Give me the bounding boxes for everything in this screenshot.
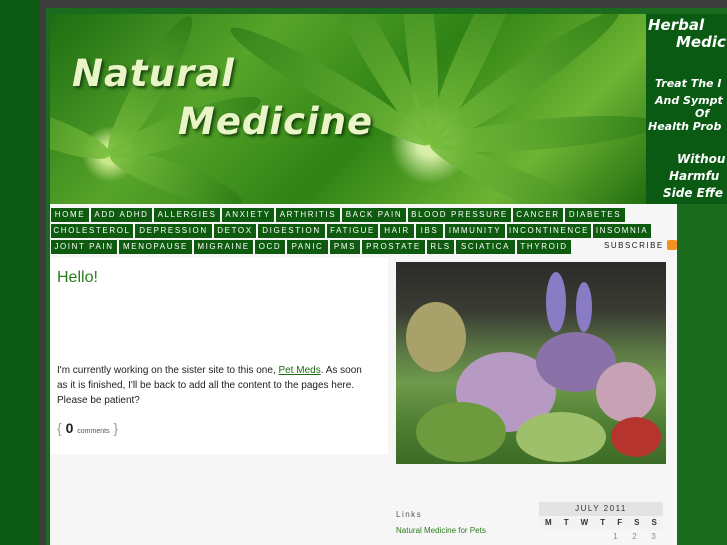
nav-hair[interactable]: HAIR bbox=[380, 224, 414, 238]
calendar-day[interactable]: 3 bbox=[651, 530, 655, 544]
nav-insomnia[interactable]: INSOMNIA bbox=[593, 224, 651, 238]
site-title-medicine[interactable]: Medicine bbox=[178, 100, 373, 143]
nav-arthritis[interactable]: ARTHRITIS bbox=[276, 208, 340, 222]
nav-digestion[interactable]: DIGESTION bbox=[258, 224, 325, 238]
nav-detox[interactable]: DETOX bbox=[214, 224, 256, 238]
promo-line: Of bbox=[695, 107, 710, 120]
promo-line: Herbal bbox=[648, 16, 705, 34]
nav-allergies[interactable]: ALLERGIES bbox=[154, 208, 220, 222]
herb-garden-photo bbox=[396, 262, 666, 464]
nav-blood-pressure[interactable]: BLOOD PRESSURE bbox=[408, 208, 511, 222]
nav-home[interactable]: HOME bbox=[51, 208, 89, 222]
comment-counter[interactable]: { 0 comments } bbox=[57, 420, 118, 436]
nav-ocd[interactable]: OCD bbox=[255, 240, 285, 254]
nav-fatigue[interactable]: FATIGUE bbox=[327, 224, 378, 238]
comment-label: comments bbox=[77, 428, 110, 435]
promo-line: Side Effe bbox=[663, 186, 723, 200]
post-body: I'm currently working on the sister site… bbox=[57, 363, 375, 408]
nav-incontinence[interactable]: INCONTINENCE bbox=[507, 224, 591, 238]
promo-line: And Sympt bbox=[655, 94, 723, 107]
post-text: I'm currently working on the sister site… bbox=[57, 365, 279, 376]
links-heading: Links bbox=[396, 510, 423, 519]
promo-line: Harmfu bbox=[669, 169, 720, 183]
promo-line: Withou bbox=[677, 152, 726, 166]
nav-immunity[interactable]: IMMUNITY bbox=[445, 224, 505, 238]
calendar-day[interactable]: 2 bbox=[632, 530, 636, 544]
nav-diabetes[interactable]: DIABETES bbox=[565, 208, 625, 222]
comment-count: 0 bbox=[65, 420, 74, 436]
promo-panel: Herbal Medic Treat The I And Sympt Of He… bbox=[646, 14, 727, 204]
calendar-widget: JULY 2011 M T W T F S S 1 2 3 bbox=[539, 502, 663, 544]
nav-cholesterol[interactable]: CHOLESTEROL bbox=[51, 224, 133, 238]
nav-menopause[interactable]: MENOPAUSE bbox=[119, 240, 192, 254]
calendar-day[interactable]: 1 bbox=[613, 530, 617, 544]
nav-anxiety[interactable]: ANXIETY bbox=[222, 208, 274, 222]
calendar-week: 1 2 3 bbox=[539, 530, 663, 544]
calendar-month: JULY 2011 bbox=[539, 502, 663, 516]
promo-line: Treat The I bbox=[655, 77, 722, 90]
nav-joint-pain[interactable]: JOINT PAIN bbox=[51, 240, 117, 254]
nav-sciatica[interactable]: SCIATICA bbox=[456, 240, 515, 254]
link-natural-medicine-pets[interactable]: Natural Medicine for Pets bbox=[396, 526, 486, 535]
promo-line: Health Prob bbox=[648, 120, 722, 133]
nav-thyroid[interactable]: THYROID bbox=[517, 240, 571, 254]
site-title-natural[interactable]: Natural bbox=[72, 52, 235, 95]
promo-line: Medic bbox=[676, 33, 726, 51]
post-title[interactable]: Hello! bbox=[57, 269, 98, 287]
pet-meds-link[interactable]: Pet Meds bbox=[278, 365, 320, 376]
calendar-weekdays: M T W T F S S bbox=[539, 516, 663, 530]
nav-pms[interactable]: PMS bbox=[330, 240, 360, 254]
nav-add-adhd[interactable]: ADD ADHD bbox=[91, 208, 152, 222]
nav-migraine[interactable]: MIGRAINE bbox=[194, 240, 253, 254]
rss-icon[interactable] bbox=[667, 240, 677, 250]
nav-depression[interactable]: DEPRESSION bbox=[135, 224, 212, 238]
subscribe-link[interactable]: SUBSCRIBE bbox=[604, 241, 664, 251]
nav-panic[interactable]: PANIC bbox=[287, 240, 328, 254]
nav-ibs[interactable]: IBS bbox=[416, 224, 443, 238]
nav-prostate[interactable]: PROSTATE bbox=[362, 240, 425, 254]
nav-cancer[interactable]: CANCER bbox=[513, 208, 563, 222]
nav-back-pain[interactable]: BACK PAIN bbox=[342, 208, 406, 222]
nav-rls[interactable]: RLS bbox=[427, 240, 454, 254]
